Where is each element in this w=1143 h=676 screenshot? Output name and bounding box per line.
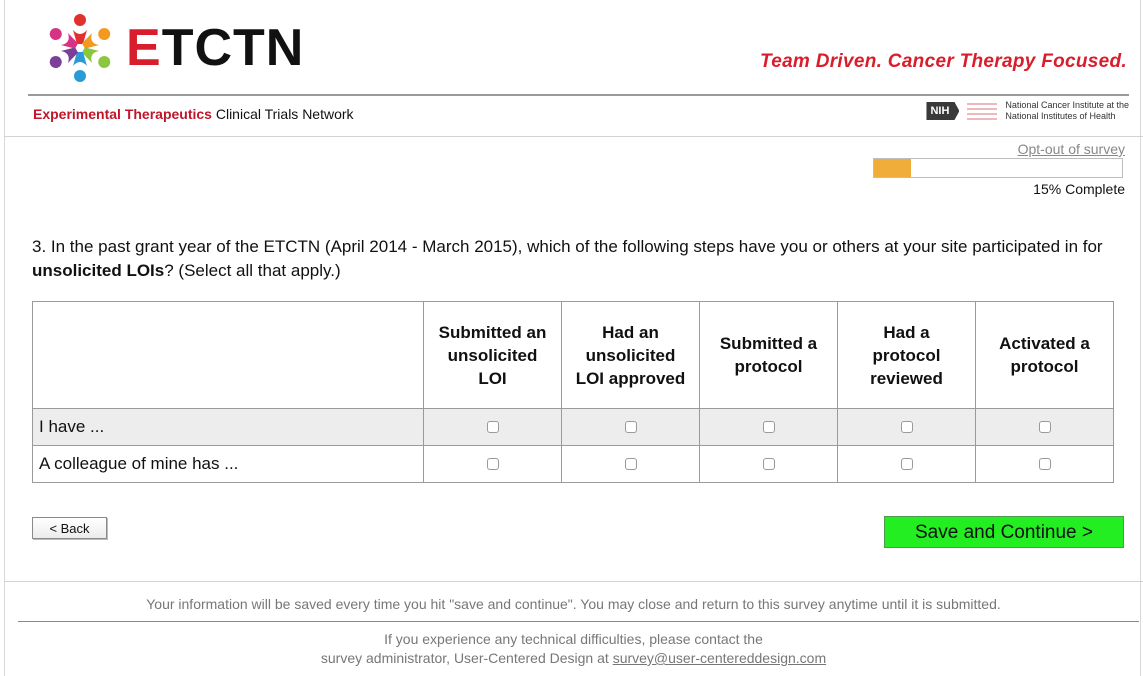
save-and-continue-button[interactable]: Save and Continue > [884,516,1124,548]
column-header: Had an unsolicited LOI approved [561,301,700,409]
row-label: I have ... [32,408,424,446]
checkbox[interactable] [900,457,913,470]
checkbox[interactable] [1038,457,1051,470]
etctn-logo: ETCTN [40,10,304,86]
progress-label: 15% Complete [1033,181,1125,197]
contact-email-link[interactable]: survey@user-centereddesign.com [613,650,826,666]
progress-bar-fill [874,159,912,177]
progress-bar [873,158,1123,178]
nci-text: National Cancer Institute at the Nationa… [1005,100,1129,122]
checkbox-cell [699,445,838,483]
response-grid: Submitted an unsolicited LOI Had an unso… [32,301,1114,483]
contact-line2-text: survey administrator, User-Centered Desi… [320,650,613,666]
checkbox-cell [837,445,976,483]
checkbox-cell [423,408,562,446]
nih-badge-icon: NIH [926,102,960,120]
checkbox[interactable] [486,420,499,433]
checkbox[interactable] [624,420,637,433]
column-header: Activated a protocol [975,301,1114,409]
column-header: Submitted an unsolicited LOI [423,301,562,409]
checkbox-cell [975,445,1114,483]
contact-info: If you experience any technical difficul… [4,630,1143,668]
row-label: A colleague of mine has ... [32,445,424,483]
header-bottom-divider [4,136,1143,137]
footer-divider [4,581,1143,582]
network-title: Experimental Therapeutics Clinical Trial… [33,106,354,122]
checkbox[interactable] [486,457,499,470]
save-info-text: Your information will be saved every tim… [146,596,1001,612]
back-button[interactable]: < Back [32,517,107,539]
checkbox[interactable] [900,420,913,433]
nci-text-line2: National Institutes of Health [1005,111,1116,121]
opt-out-link[interactable]: Opt-out of survey [1018,141,1125,157]
table-row: I have ... [32,408,1114,446]
column-header: Submitted a protocol [699,301,838,409]
checkbox-cell [975,408,1114,446]
question-text-part1: 3. In the past grant year of the ETCTN (… [32,237,1103,256]
people-circle-logo-icon [49,14,111,82]
checkbox[interactable] [762,420,775,433]
contact-line2: survey administrator, User-Centered Desi… [4,649,1143,668]
checkbox-cell [837,408,976,446]
nci-text-line1: National Cancer Institute at the [1005,100,1129,110]
footer-divider-2 [18,621,1139,622]
logo-letter-e: E [126,19,162,77]
checkbox-cell [699,408,838,446]
nih-nci-logo: NIH National Cancer Institute at the Nat… [926,100,1129,122]
logo-wordmark: ETCTN [126,22,304,74]
tagline: Team Driven. Cancer Therapy Focused. [760,51,1127,72]
logo-letters: TCTN [161,19,305,77]
nci-mini-logo-icon [965,100,999,122]
question-text: 3. In the past grant year of the ETCTN (… [32,235,1122,283]
network-title-rest: Clinical Trials Network [211,106,354,122]
header-divider [28,94,1129,96]
checkbox-cell [561,445,700,483]
table-row: A colleague of mine has ... [32,445,1114,483]
checkbox[interactable] [1038,420,1051,433]
question-text-bold: unsolicited LOIs [32,261,165,280]
question-text-part2: ? (Select all that apply.) [164,261,341,280]
contact-line1: If you experience any technical difficul… [384,631,763,647]
grid-header-row: Submitted an unsolicited LOI Had an unso… [32,301,1114,409]
checkbox[interactable] [624,457,637,470]
checkbox-cell [561,408,700,446]
network-title-red: Experimental Therapeutics [33,106,212,122]
grid-corner-cell [32,301,424,409]
checkbox[interactable] [762,457,775,470]
column-header: Had a protocol reviewed [837,301,976,409]
checkbox-cell [423,445,562,483]
